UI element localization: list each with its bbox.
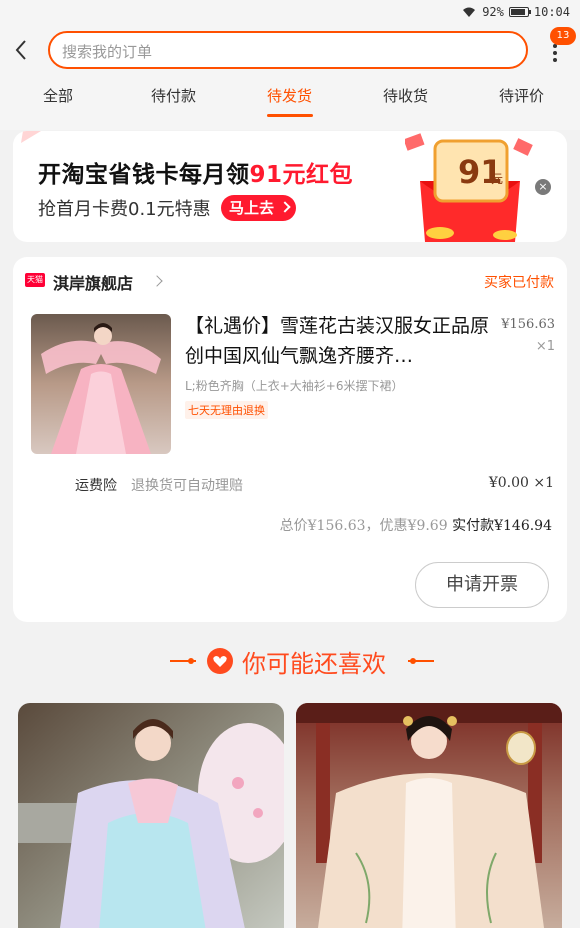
status-bar: 92% 10:04 bbox=[0, 0, 580, 26]
recommend-item-1-image[interactable] bbox=[18, 703, 284, 928]
order-status: 买家已付款 bbox=[484, 275, 554, 291]
divider-dot-left bbox=[188, 658, 194, 664]
back-icon[interactable] bbox=[10, 38, 34, 62]
promo-title-prefix: 开淘宝省钱卡每月领 bbox=[38, 162, 250, 188]
promo-close-icon[interactable]: × bbox=[535, 179, 551, 195]
tmall-logo: 天猫 bbox=[25, 273, 45, 287]
wifi-icon bbox=[463, 7, 476, 17]
divider-right bbox=[408, 660, 434, 662]
paid-value: ¥146.94 bbox=[494, 518, 552, 534]
redpack-unit: 元 bbox=[491, 172, 503, 186]
tab-all[interactable]: 全部 bbox=[43, 85, 73, 106]
promo-subtitle: 抢首月卡费0.1元特惠 bbox=[38, 199, 211, 220]
total-label: 总价 bbox=[279, 518, 308, 534]
product-title[interactable]: 【礼遇价】雪莲花古装汉服女正品原创中国风仙气飘逸齐腰齐… bbox=[185, 311, 495, 371]
more-dots-icon bbox=[553, 44, 557, 65]
active-tab-indicator bbox=[267, 114, 313, 117]
total-value: ¥156.63 bbox=[307, 518, 366, 534]
shipping-insurance-price: ¥0.00 ×1 bbox=[488, 475, 554, 491]
product-image[interactable] bbox=[31, 314, 171, 454]
discount-label: ，优惠 bbox=[365, 518, 408, 534]
tab-pending-payment[interactable]: 待付款 bbox=[151, 85, 196, 106]
promo-title-highlight: 91元红包 bbox=[249, 162, 354, 188]
request-invoice-button[interactable]: 申请开票 bbox=[415, 562, 549, 608]
recommend-header: 你可能还喜欢 bbox=[0, 642, 580, 682]
product-price: ¥156.63 bbox=[501, 317, 555, 332]
recommend-item-2-image[interactable] bbox=[296, 703, 562, 928]
shipping-insurance-desc: 退换货可自动理赔 bbox=[131, 478, 243, 494]
heart-icon bbox=[207, 648, 233, 674]
tab-pending-receipt[interactable]: 待收货 bbox=[383, 85, 428, 106]
shipping-insurance-label: 运费险 bbox=[75, 478, 117, 494]
chevron-right-icon bbox=[279, 201, 291, 213]
clock: 10:04 bbox=[533, 5, 570, 19]
status-indicators: 92% 10:04 bbox=[461, 5, 570, 19]
paid-label: 实付款 bbox=[452, 518, 495, 534]
search-placeholder: 搜索我的订单 bbox=[62, 43, 153, 61]
search-input[interactable]: 搜索我的订单 bbox=[48, 31, 528, 69]
discount-value: ¥9.69 bbox=[407, 518, 448, 534]
return-policy-tag: 七天无理由退换 bbox=[185, 401, 268, 419]
corner-decoration bbox=[21, 131, 41, 143]
promo-banner[interactable]: 开淘宝省钱卡每月领91元红包 抢首月卡费0.1元特惠 马上去 91 元 × bbox=[13, 131, 567, 242]
message-badge: 13 bbox=[550, 27, 576, 45]
battery-icon bbox=[508, 7, 531, 17]
tab-pending-shipment[interactable]: 待发货 bbox=[267, 85, 312, 106]
header: 搜索我的订单 13 全部 待付款 待发货 待收货 待评价 bbox=[0, 26, 580, 130]
red-envelope-icon: 91 元 bbox=[405, 133, 533, 242]
promo-go-button[interactable]: 马上去 bbox=[221, 195, 297, 221]
tab-pending-review[interactable]: 待评价 bbox=[499, 85, 544, 106]
chevron-right-icon[interactable] bbox=[151, 275, 163, 287]
order-tabs: 全部 待付款 待发货 待收货 待评价 bbox=[0, 82, 580, 122]
battery-percent: 92% bbox=[482, 5, 504, 19]
product-quantity: ×1 bbox=[535, 339, 555, 354]
promo-go-label: 马上去 bbox=[229, 199, 275, 217]
recommend-title: 你可能还喜欢 bbox=[242, 650, 386, 678]
order-card[interactable]: 天猫 淇岸旗舰店 买家已付款 【礼遇价】雪莲花古装汉服女正品原创中国风仙气飘逸齐… bbox=[13, 257, 567, 622]
product-sku: L;粉色齐胸（上衣+大袖衫+6米摆下裙） bbox=[185, 379, 404, 393]
shop-name[interactable]: 淇岸旗舰店 bbox=[53, 270, 133, 294]
order-total: 总价¥156.63，优惠¥9.69 实付款¥146.94 bbox=[280, 515, 552, 535]
promo-title: 开淘宝省钱卡每月领91元红包 bbox=[38, 155, 353, 189]
